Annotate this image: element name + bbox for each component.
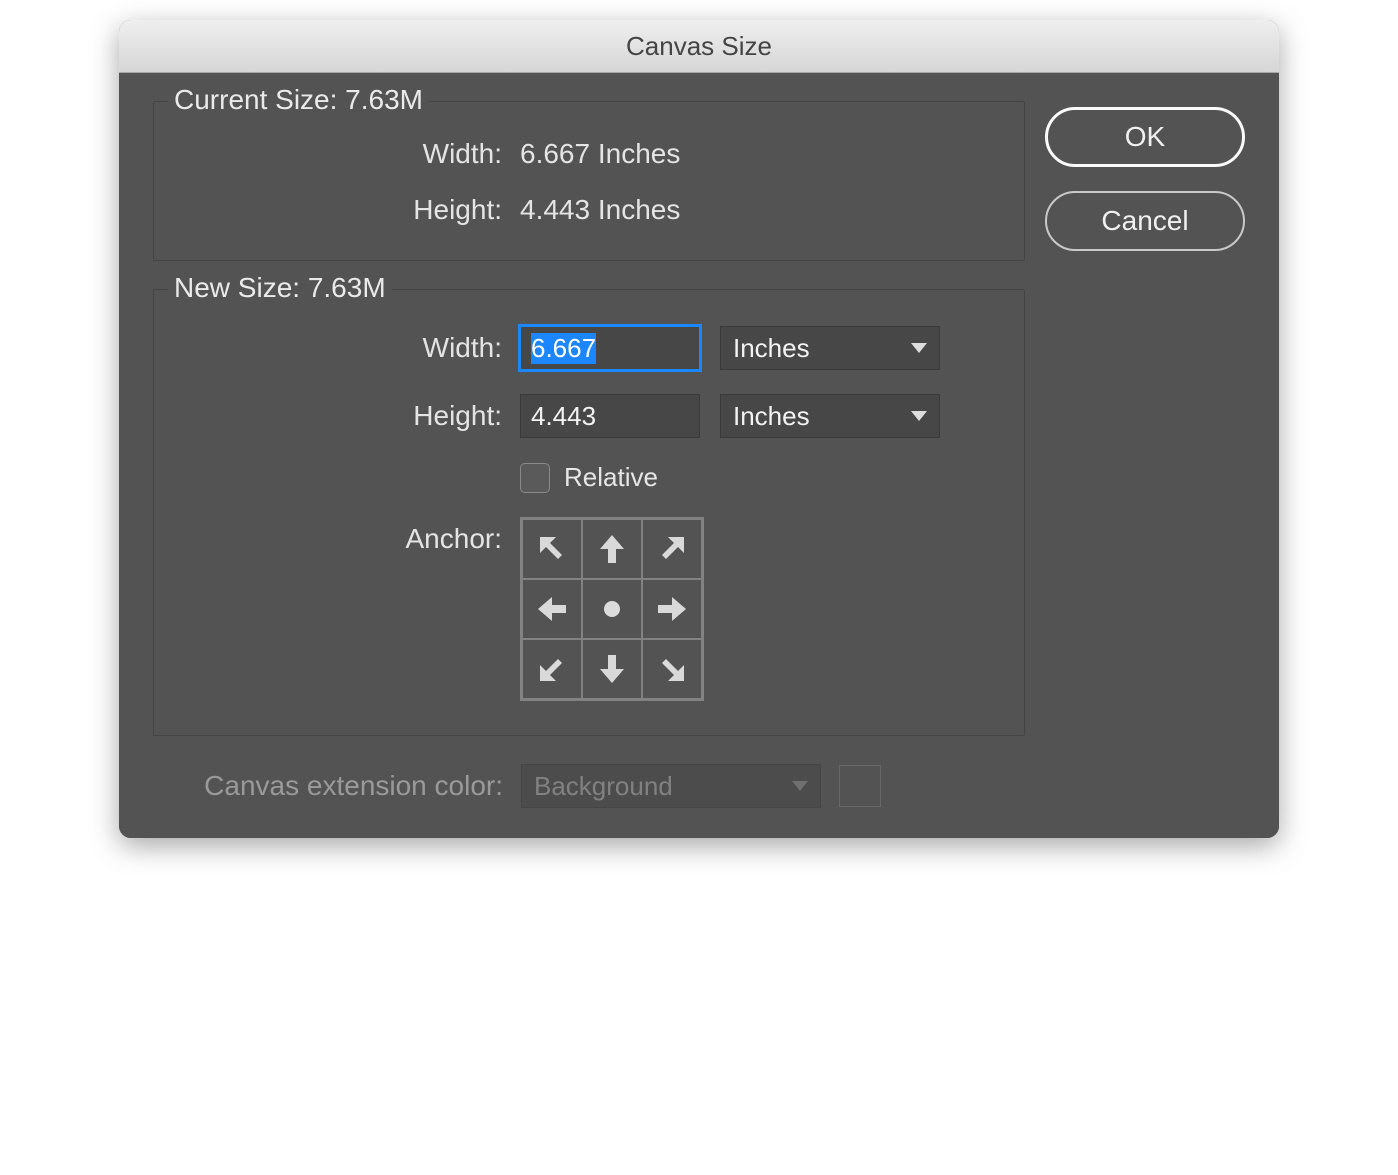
chevron-down-icon (911, 343, 927, 353)
new-width-unit-value: Inches (733, 333, 810, 364)
extension-color-label: Canvas extension color: (153, 770, 503, 802)
relative-label: Relative (564, 462, 658, 493)
relative-row: Relative (182, 462, 996, 493)
current-width-row: Width: 6.667 Inches (182, 138, 996, 170)
chevron-down-icon (792, 781, 808, 791)
ok-button[interactable]: OK (1045, 107, 1245, 167)
arrow-up-right-icon (652, 529, 692, 569)
anchor-bottom-left[interactable] (522, 639, 582, 699)
new-size-legend: New Size: 7.63M (168, 272, 392, 304)
current-size-legend: Current Size: 7.63M (168, 84, 429, 116)
dialog-title: Canvas Size (119, 20, 1279, 73)
arrow-right-icon (652, 589, 692, 629)
extension-color-swatch[interactable] (839, 765, 881, 807)
new-height-input[interactable] (520, 394, 700, 438)
anchor-top-right[interactable] (642, 519, 702, 579)
anchor-top-left[interactable] (522, 519, 582, 579)
chevron-down-icon (911, 411, 927, 421)
new-width-row: Width: Inches (182, 326, 996, 370)
current-width-value: 6.667 Inches (520, 138, 680, 170)
extension-color-dropdown: Background (521, 764, 821, 808)
new-width-unit-dropdown[interactable]: Inches (720, 326, 940, 370)
new-height-row: Height: Inches (182, 394, 996, 438)
dialog-title-text: Canvas Size (626, 31, 772, 62)
new-width-input[interactable] (520, 326, 700, 370)
relative-checkbox[interactable] (520, 463, 550, 493)
extension-row: Canvas extension color: Background (153, 764, 1025, 808)
anchor-left[interactable] (522, 579, 582, 639)
current-height-value: 4.443 Inches (520, 194, 680, 226)
main-column: Current Size: 7.63M Width: 6.667 Inches … (153, 101, 1025, 808)
current-width-label: Width: (182, 138, 520, 170)
anchor-top[interactable] (582, 519, 642, 579)
new-width-label: Width: (182, 332, 520, 364)
anchor-bottom-right[interactable] (642, 639, 702, 699)
arrow-down-left-icon (532, 649, 572, 689)
arrow-down-right-icon (652, 649, 692, 689)
current-height-label: Height: (182, 194, 520, 226)
anchor-label: Anchor: (182, 517, 520, 555)
arrow-left-icon (532, 589, 572, 629)
new-height-unit-dropdown[interactable]: Inches (720, 394, 940, 438)
button-column: OK Cancel (1045, 101, 1245, 808)
current-size-group: Current Size: 7.63M Width: 6.667 Inches … (153, 101, 1025, 261)
anchor-center[interactable] (582, 579, 642, 639)
new-height-label: Height: (182, 400, 520, 432)
anchor-bottom[interactable] (582, 639, 642, 699)
arrow-down-icon (592, 649, 632, 689)
anchor-grid (520, 517, 704, 701)
current-height-row: Height: 4.443 Inches (182, 194, 996, 226)
new-height-unit-value: Inches (733, 401, 810, 432)
arrow-up-icon (592, 529, 632, 569)
new-size-group: New Size: 7.63M Width: Inches Height: In… (153, 289, 1025, 736)
arrow-up-left-icon (532, 529, 572, 569)
anchor-row: Anchor: (182, 517, 996, 701)
anchor-center-dot-icon (604, 601, 620, 617)
anchor-right[interactable] (642, 579, 702, 639)
cancel-button[interactable]: Cancel (1045, 191, 1245, 251)
extension-color-value: Background (534, 771, 673, 802)
dialog-body: Current Size: 7.63M Width: 6.667 Inches … (119, 73, 1279, 838)
canvas-size-dialog: Canvas Size Current Size: 7.63M Width: 6… (119, 20, 1279, 838)
